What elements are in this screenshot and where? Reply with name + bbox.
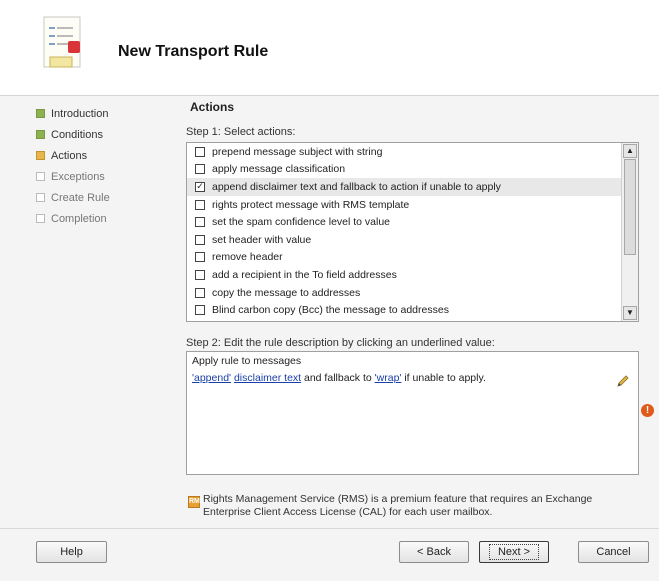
step-label: Completion xyxy=(51,212,107,225)
checkbox-icon[interactable] xyxy=(195,164,205,175)
step2-label: Step 2: Edit the rule description by cli… xyxy=(186,337,495,349)
cancel-button[interactable]: Cancel xyxy=(578,541,649,563)
scroll-up-icon[interactable]: ▲ xyxy=(623,144,637,158)
page-title: New Transport Rule xyxy=(118,43,269,60)
wrap-link[interactable]: 'wrap' xyxy=(375,372,402,384)
action-label: append disclaimer text and fallback to a… xyxy=(212,180,501,193)
step-status-icon xyxy=(36,109,45,118)
append-link[interactable]: 'append' xyxy=(192,372,231,384)
step-create-rule[interactable]: Create Rule xyxy=(36,187,110,208)
wizard-header-icon xyxy=(43,16,81,68)
step-status-icon xyxy=(36,130,45,139)
wizard-steps: Introduction Conditions Actions Exceptio… xyxy=(36,103,110,229)
action-label: remove header xyxy=(212,251,283,264)
action-label: rights protect message with RMS template xyxy=(212,198,410,211)
action-label: apply message classification xyxy=(212,163,346,176)
step-completion[interactable]: Completion xyxy=(36,208,110,229)
step1-label: Step 1: Select actions: xyxy=(186,126,296,138)
step-conditions[interactable]: Conditions xyxy=(36,124,110,145)
info-message: Rights Management Service (RMS) is a pre… xyxy=(203,493,593,518)
action-label: Blind carbon copy (Bcc) the message to a… xyxy=(212,304,449,317)
checkbox-icon[interactable] xyxy=(195,287,205,298)
action-row[interactable]: apply message classification xyxy=(187,161,638,179)
step-status-icon xyxy=(36,193,45,202)
section-title: Actions xyxy=(190,100,235,114)
step-label: Introduction xyxy=(51,107,109,120)
actions-list[interactable]: prepend message subject with string appl… xyxy=(186,142,639,322)
action-row[interactable]: Blind carbon copy (Bcc) the message to a… xyxy=(187,301,638,319)
scroll-thumb[interactable] xyxy=(624,159,636,255)
scroll-down-icon[interactable]: ▼ xyxy=(623,306,637,320)
action-row-selected[interactable]: ✓ append disclaimer text and fallback to … xyxy=(187,178,638,196)
action-row[interactable]: prepend message subject with string xyxy=(187,143,638,161)
action-label: prepend message subject with string xyxy=(212,145,383,158)
step-status-icon xyxy=(36,151,45,160)
step-label: Exceptions xyxy=(51,170,105,183)
action-label: set header with value xyxy=(212,233,312,246)
checkbox-icon[interactable] xyxy=(195,305,205,316)
checkbox-icon[interactable] xyxy=(195,234,205,245)
checkbox-icon[interactable] xyxy=(195,269,205,280)
info-icon: RMS xyxy=(188,496,205,508)
action-row[interactable]: rights protect message with RMS template xyxy=(187,196,638,214)
action-row[interactable]: add a recipient in the To field addresse… xyxy=(187,266,638,284)
rule-description-line1: Apply rule to messages xyxy=(192,355,302,367)
action-row[interactable]: remove header xyxy=(187,249,638,267)
warning-icon: ! xyxy=(641,404,654,417)
checkbox-icon[interactable] xyxy=(195,252,205,263)
checkbox-icon[interactable] xyxy=(195,146,205,157)
pencil-icon[interactable] xyxy=(616,374,630,388)
checkbox-icon[interactable] xyxy=(195,217,205,228)
next-button[interactable]: Next > xyxy=(479,541,549,563)
wizard-header: New Transport Rule xyxy=(0,0,659,96)
rule-description-line2: 'append' disclaimer text and fallback to… xyxy=(192,372,633,384)
back-button[interactable]: < Back xyxy=(399,541,469,563)
action-row[interactable]: set the spam confidence level to value xyxy=(187,213,638,231)
step-introduction[interactable]: Introduction xyxy=(36,103,110,124)
fallback-text: and fallback to xyxy=(304,372,372,384)
help-button[interactable]: Help xyxy=(36,541,107,563)
step-status-icon xyxy=(36,214,45,223)
action-row[interactable]: set header with value xyxy=(187,231,638,249)
footer-separator xyxy=(0,528,659,529)
next-button-label: Next > xyxy=(488,544,540,560)
disclaimer-text-link[interactable]: disclaimer text xyxy=(234,372,301,384)
end-text: if unable to apply. xyxy=(404,372,486,384)
action-label: add a recipient in the To field addresse… xyxy=(212,268,397,281)
checkbox-icon[interactable]: ✓ xyxy=(195,181,205,192)
action-label: set the spam confidence level to value xyxy=(212,216,391,229)
rule-description-box: Apply rule to messages 'append' disclaim… xyxy=(186,351,639,475)
step-label: Create Rule xyxy=(51,191,110,204)
step-actions[interactable]: Actions xyxy=(36,145,110,166)
action-label: copy the message to addresses xyxy=(212,286,361,299)
actions-scrollbar[interactable]: ▲ ▼ xyxy=(621,143,638,321)
step-label: Actions xyxy=(51,149,88,162)
step-exceptions[interactable]: Exceptions xyxy=(36,166,110,187)
checkbox-icon[interactable] xyxy=(195,199,205,210)
step-label: Conditions xyxy=(51,128,103,141)
action-row[interactable]: copy the message to addresses xyxy=(187,284,638,302)
step-status-icon xyxy=(36,172,45,181)
